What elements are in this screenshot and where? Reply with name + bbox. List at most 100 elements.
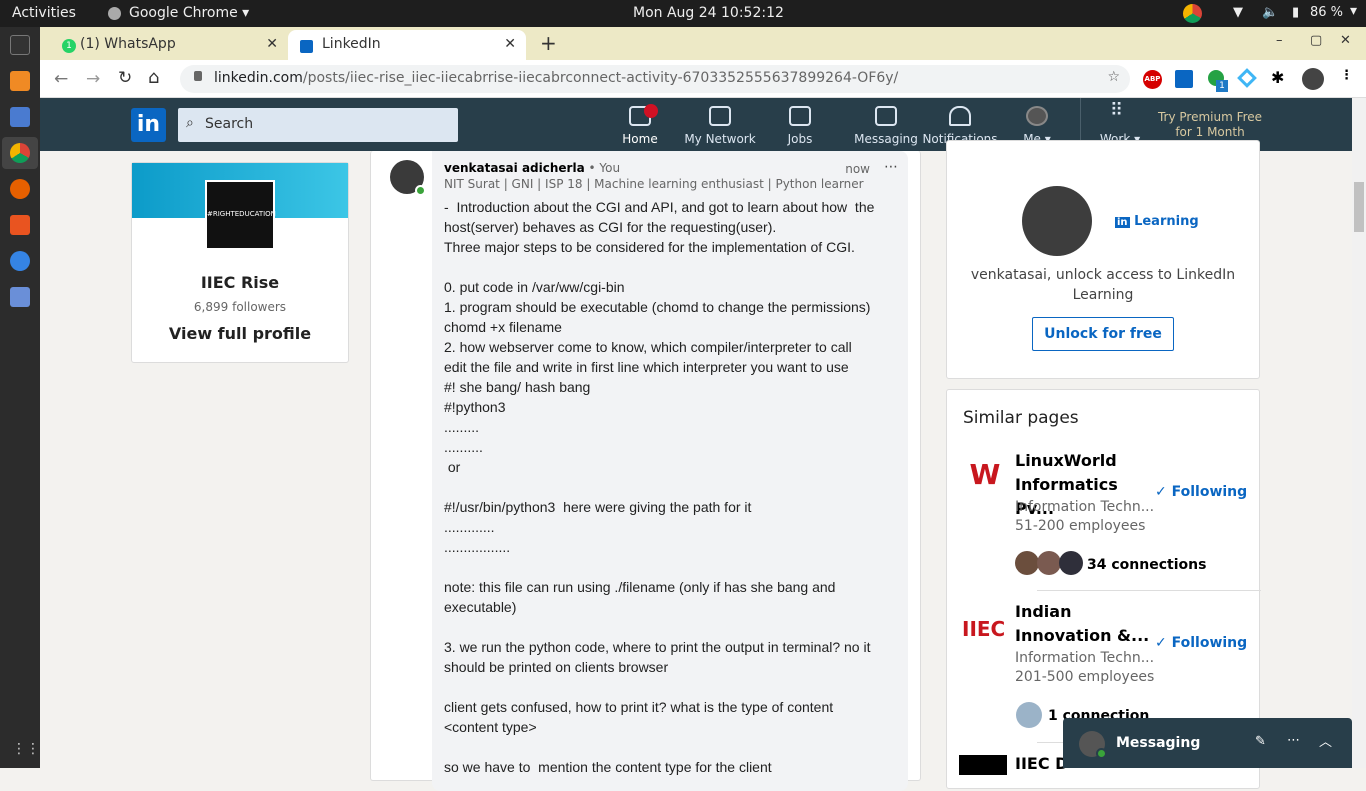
view-full-profile-link[interactable]: View full profile [132,324,348,343]
bookmark-star-icon[interactable]: ☆ [1107,69,1120,85]
compose-icon[interactable]: ✎ [1255,734,1266,749]
learning-card: in Learning venkatasai, unlock access to… [946,140,1260,379]
page-size: 201-500 employees [1015,669,1155,685]
online-indicator [1096,748,1107,759]
diamond-extension-icon[interactable] [1237,68,1257,88]
page-logo[interactable] [959,755,1007,775]
learning-text: venkatasai, unlock access to LinkedIn Le… [970,267,1236,303]
chrome-menu-icon[interactable]: ⋮ [1340,68,1353,83]
url-path: /posts/iiec-rise_iiec-iiecabrrise-iiecab… [302,70,899,86]
minimize-button[interactable]: – [1276,33,1283,48]
messaging-icon [875,106,897,126]
show-apps-icon[interactable]: ⋮⋮ [12,741,40,757]
chrome-dock-icon[interactable] [10,143,30,163]
software-icon[interactable] [10,215,30,235]
search-input[interactable]: ⌕ Search [178,108,458,142]
app-menu[interactable]: Google Chrome ▾ [129,5,249,21]
nav-messaging[interactable]: Messaging [846,98,926,151]
adblock-icon[interactable]: ABP [1143,70,1162,89]
tab-title: LinkedIn [322,36,381,52]
close-tab-icon[interactable]: ✕ [504,36,516,52]
activities-button[interactable]: Activities [12,5,76,21]
comment-author[interactable]: venkatasai adicherla [444,161,585,175]
text-editor-icon[interactable] [10,107,30,127]
more-icon[interactable]: ⋯ [1287,733,1300,748]
scrollbar-thumb[interactable] [1354,182,1364,232]
nav-label: My Network [684,132,756,146]
briefcase-icon [789,106,811,126]
system-menu-icon[interactable]: ▾ [1350,3,1357,19]
clock[interactable]: Mon Aug 24 10:52:12 [633,5,784,21]
messaging-label: Messaging [1116,735,1201,751]
dock: ⋮⋮ [0,27,40,768]
nav-label: Home [622,132,658,146]
screenshot-icon[interactable] [10,287,30,307]
linkedin-logo[interactable]: in [131,108,166,142]
network-icon[interactable]: ▼ [1233,5,1243,20]
reload-icon[interactable]: ↻ [118,68,132,88]
following-button[interactable]: ✓ Following [1155,484,1247,500]
online-indicator [415,185,426,196]
grid-icon: ⠿ [1110,100,1123,121]
linkedin-favicon [300,40,313,53]
volume-icon[interactable]: 🔈 [1262,5,1278,20]
battery-level: 86 % [1310,5,1344,20]
you-label: • You [588,161,621,175]
back-icon[interactable]: ← [54,69,68,89]
scrollbar[interactable] [1352,98,1366,768]
company-name[interactable]: IIEC Rise [132,273,348,292]
comment-time: now [845,162,870,176]
tab-whatsapp[interactable]: 1 (1) WhatsApp ✕ [48,30,288,60]
nav-label: Messaging [854,132,918,146]
help-icon[interactable] [10,251,30,271]
whatsapp-icon: 1 [62,39,76,53]
terminal-icon[interactable] [10,35,30,55]
sublime-icon[interactable] [10,71,30,91]
nav-jobs[interactable]: Jobs [778,98,822,151]
page-name[interactable]: Indian Innovation &... [1015,600,1150,648]
nav-home[interactable]: Home [614,98,666,151]
following-label: Following [1171,635,1248,651]
page-industry: Information Techn... [1015,499,1155,515]
tab-title: (1) WhatsApp [80,36,176,52]
more-options-icon[interactable]: ⋯ [884,159,898,175]
chrome-tray-icon[interactable] [1183,4,1202,23]
nav-label: Jobs [787,132,813,146]
notification-badge [644,104,658,118]
iiec-logo[interactable]: IIEC [962,617,1005,641]
firefox-icon[interactable] [10,179,30,199]
followers-count: 6,899 followers [193,300,287,314]
chevron-up-icon[interactable]: ︿ [1319,731,1332,750]
linkedin-learning-logo: in Learning [1115,214,1199,229]
post-card: venkatasai adicherla • You now ⋯ NIT Sur… [370,151,921,791]
page-industry: Information Techn... [1015,650,1155,666]
bell-icon [949,106,971,126]
linkedin-extension-icon[interactable] [1175,70,1193,88]
try-premium-link[interactable]: Try Premium Free for 1 Month [1155,110,1265,140]
linuxworld-logo[interactable]: W [963,458,1007,494]
comment-bubble: venkatasai adicherla • You now ⋯ NIT Sur… [432,151,908,791]
extensions-puzzle-icon[interactable]: ✱ [1271,68,1284,87]
maximize-button[interactable]: ▢ [1310,33,1322,48]
lock-icon [194,71,202,81]
close-tab-icon[interactable]: ✕ [266,36,278,52]
url-input[interactable]: linkedin.com/posts/iiec-rise_iiec-iiecab… [180,65,1130,93]
messaging-bar[interactable]: Messaging ✎ ⋯ ︿ [1063,718,1352,768]
tab-strip: 1 (1) WhatsApp ✕ LinkedIn ✕ + – ▢ ✕ [40,27,1366,60]
profile-avatar[interactable] [1302,68,1324,90]
address-bar-row: ← → ↻ ⌂ linkedin.com/posts/iiec-rise_iie… [40,60,1366,98]
company-logo[interactable]: #RIGHTEDUCATION [205,180,276,250]
unlock-for-free-button[interactable]: Unlock for free [1032,317,1174,351]
tab-linkedin[interactable]: LinkedIn ✕ [288,30,526,60]
close-window-button[interactable]: ✕ [1340,33,1351,48]
similar-pages-title: Similar pages [963,408,1079,428]
battery-icon[interactable]: ▮ [1292,5,1299,20]
home-icon[interactable]: ⌂ [148,67,159,88]
search-placeholder: Search [205,116,254,132]
author-headline: NIT Surat | GNI | ISP 18 | Machine learn… [444,177,864,191]
new-tab-button[interactable]: + [540,31,557,55]
following-button[interactable]: ✓ Following [1155,635,1247,651]
forward-icon[interactable]: → [86,69,100,89]
connections-count[interactable]: 34 connections [1087,557,1206,573]
nav-my-network[interactable]: My Network [680,98,760,151]
